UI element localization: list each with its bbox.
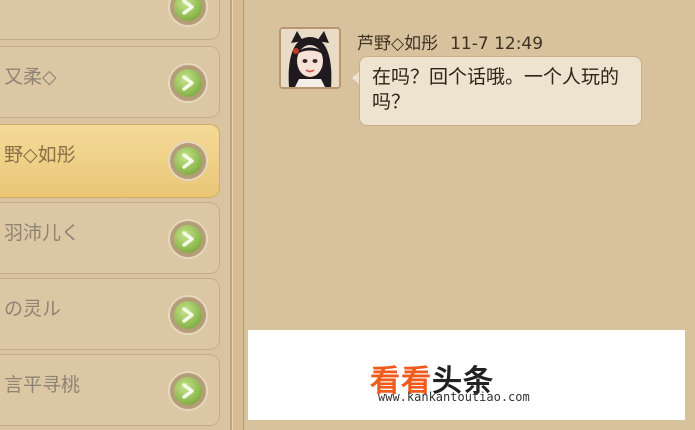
- open-chat-button[interactable]: [168, 371, 208, 411]
- contact-row-selected[interactable]: 野◇如彤: [0, 124, 220, 198]
- sender-name[interactable]: 芦野◇如彤: [357, 34, 438, 54]
- chevron-right-icon: [174, 147, 202, 175]
- open-chat-button[interactable]: [168, 0, 208, 27]
- open-chat-button[interactable]: [168, 219, 208, 259]
- contact-row[interactable]: の灵ル: [0, 278, 220, 350]
- watermark-banner: 看看头条 www.kankantoutiao.com: [248, 330, 685, 420]
- contact-list-panel: 又柔◇ 野◇如彤 羽沛儿く の灵ル 言平寻桃: [0, 0, 232, 430]
- contact-name: の灵ル: [4, 298, 62, 320]
- avatar[interactable]: [279, 27, 341, 89]
- chevron-right-icon: [174, 0, 202, 21]
- open-chat-button[interactable]: [168, 295, 208, 335]
- open-chat-button[interactable]: [168, 63, 208, 103]
- open-chat-button[interactable]: [168, 141, 208, 181]
- panel-divider: [232, 0, 244, 430]
- contact-name: 羽沛儿く: [4, 222, 81, 244]
- message-header: 芦野◇如彤 11-7 12:49: [357, 29, 543, 54]
- contact-row[interactable]: 言平寻桃: [0, 354, 220, 426]
- message-time: 11-7 12:49: [450, 34, 544, 54]
- contact-row[interactable]: [0, 0, 220, 40]
- chevron-right-icon: [174, 377, 202, 405]
- contact-name: 言平寻桃: [4, 374, 81, 396]
- message-bubble: 在吗？回个话哦。一个人玩的吗？: [359, 56, 642, 126]
- contact-row[interactable]: 羽沛儿く: [0, 202, 220, 274]
- avatar-portrait-icon: [281, 29, 339, 87]
- chevron-right-icon: [174, 225, 202, 253]
- contact-name: 又柔◇: [4, 66, 57, 88]
- contact-name: 野◇如彤: [4, 144, 76, 166]
- chevron-right-icon: [174, 69, 202, 97]
- watermark-url: www.kankantoutiao.com: [378, 390, 530, 404]
- contact-row[interactable]: 又柔◇: [0, 46, 220, 118]
- chevron-right-icon: [174, 301, 202, 329]
